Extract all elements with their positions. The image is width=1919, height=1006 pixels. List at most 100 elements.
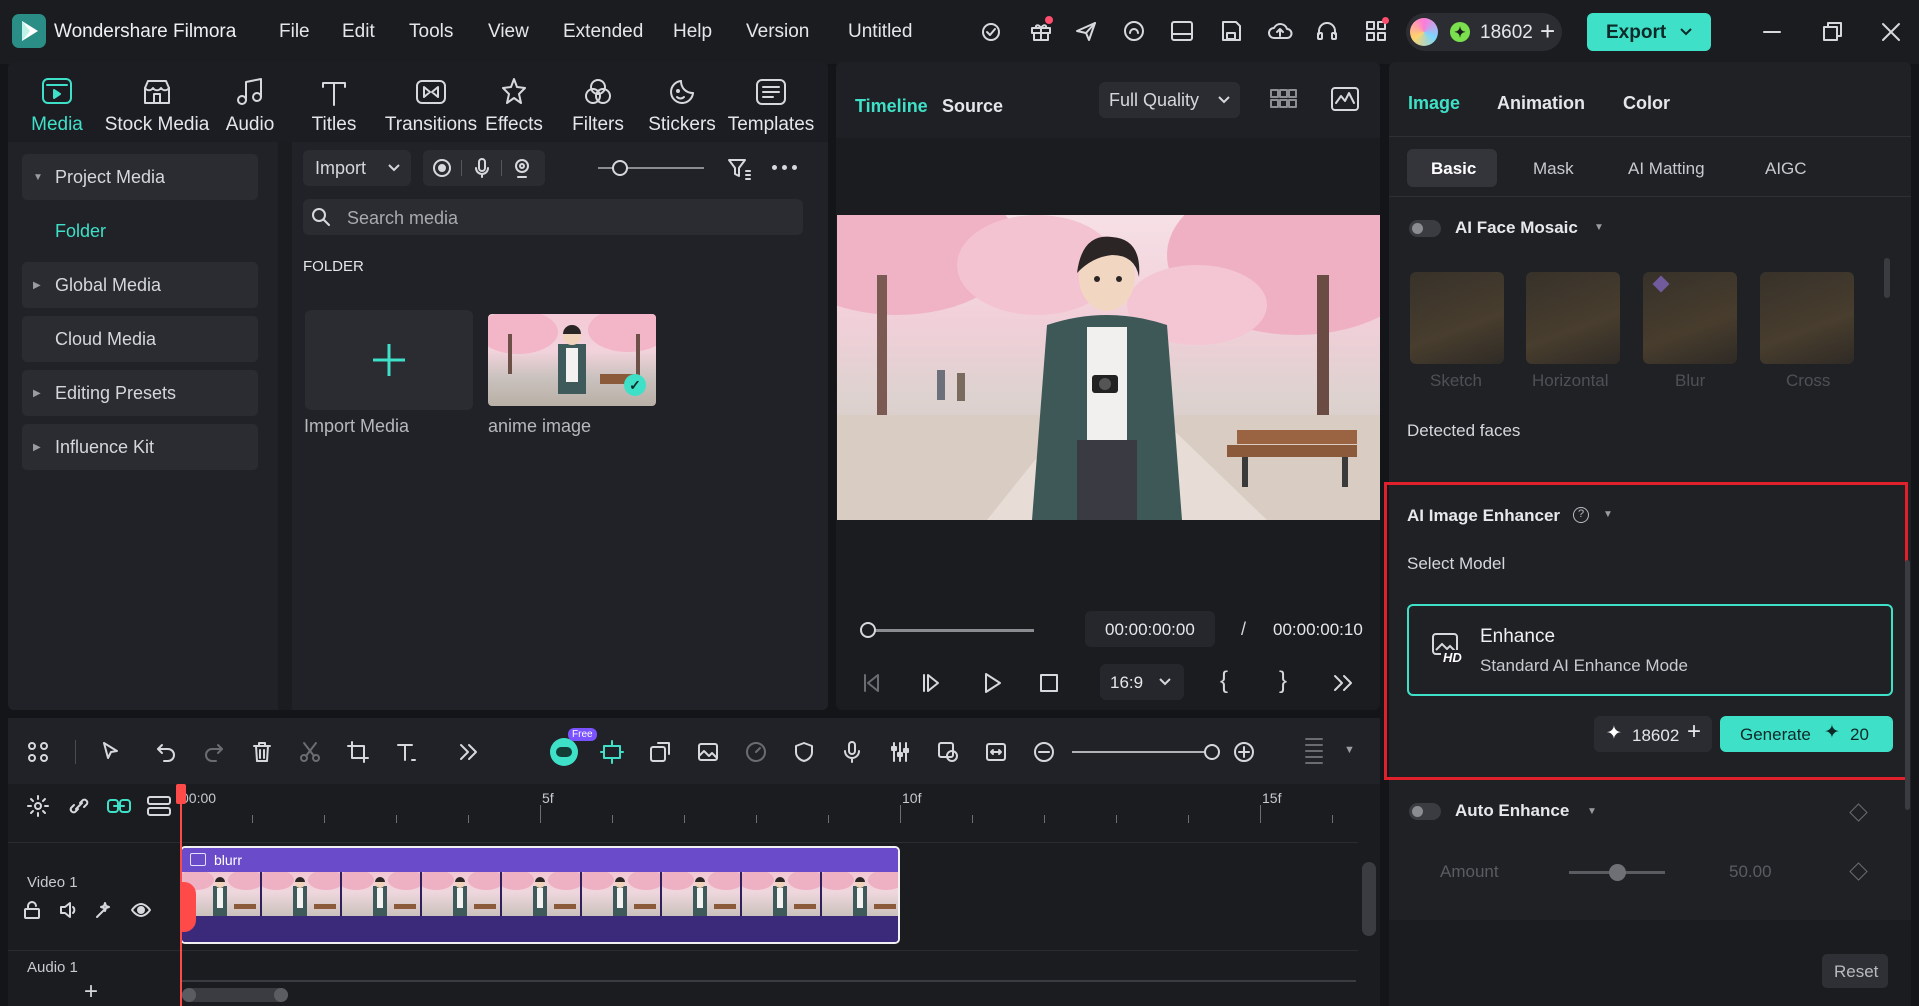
horizontal-scrollbar[interactable] [182, 988, 288, 1002]
crop-icon[interactable] [342, 736, 374, 768]
cloud-upload-icon[interactable] [1267, 19, 1293, 43]
tab-source[interactable]: Source [942, 96, 1003, 117]
cloud-sync-icon[interactable] [1122, 19, 1146, 43]
lock-icon[interactable] [22, 900, 42, 920]
close-icon[interactable] [1880, 20, 1902, 44]
sidebar-item-editing-presets[interactable]: ▶ Editing Presets [22, 370, 258, 416]
scope-icon[interactable] [1330, 86, 1360, 112]
track-manager-icon[interactable] [146, 794, 172, 818]
add-track-icon[interactable]: + [84, 978, 98, 1006]
layout-grid-icon[interactable] [22, 736, 54, 768]
send-icon[interactable] [1074, 19, 1098, 43]
prev-frame-icon[interactable] [860, 671, 884, 695]
grid-view-icon[interactable] [1269, 87, 1299, 111]
mosaic-option-sketch[interactable] [1410, 272, 1504, 364]
slider-handle[interactable] [612, 160, 628, 176]
import-button[interactable]: Import [303, 150, 411, 186]
speed-icon[interactable] [740, 736, 772, 768]
tab-stickers[interactable]: Stickers [648, 68, 716, 136]
audio-mixer-icon[interactable] [884, 736, 916, 768]
zoom-handle[interactable] [1204, 744, 1220, 760]
apps-grid-icon[interactable] [1364, 17, 1389, 43]
scene-detect-icon[interactable] [932, 736, 964, 768]
tab-stock-media[interactable]: Stock Media [102, 68, 212, 136]
add-credits-icon[interactable]: + [1687, 718, 1701, 746]
enhancer-credits[interactable]: ✦ 18602 + [1594, 716, 1712, 752]
ai-mate-icon[interactable]: Free [548, 728, 597, 768]
credits-badge[interactable]: ✦ 18602 + [1406, 13, 1562, 51]
menu-edit[interactable]: Edit [342, 21, 375, 43]
mosaic-option-cross[interactable] [1760, 272, 1854, 364]
vertical-scrollbar[interactable] [1362, 862, 1376, 936]
subtab-aigc[interactable]: AIGC [1765, 159, 1807, 179]
quality-select[interactable]: Full Quality [1099, 82, 1240, 118]
stop-icon[interactable] [1037, 671, 1061, 695]
track-effect-icon[interactable] [94, 900, 114, 920]
microphone-icon[interactable] [471, 157, 493, 179]
help-icon[interactable]: ? [1573, 507, 1589, 523]
zoom-out-icon[interactable] [1028, 736, 1060, 768]
playhead-handle[interactable] [860, 622, 876, 638]
export-button[interactable]: Export [1587, 13, 1711, 51]
subtab-ai-matting[interactable]: AI Matting [1628, 159, 1705, 179]
import-media-tile[interactable] [305, 310, 473, 410]
tab-animation[interactable]: Animation [1497, 93, 1585, 114]
menu-help[interactable]: Help [673, 21, 712, 43]
replace-icon[interactable] [644, 736, 676, 768]
mark-out-icon[interactable]: } [1279, 667, 1287, 695]
menu-extended[interactable]: Extended [563, 21, 643, 43]
image-edit-icon[interactable] [692, 736, 724, 768]
subtab-basic[interactable]: Basic [1407, 149, 1497, 187]
model-card-enhance[interactable]: HD Enhance Standard AI Enhance Mode [1407, 604, 1893, 696]
properties-scrollbar[interactable] [1905, 560, 1910, 810]
playhead-marker[interactable] [176, 784, 186, 804]
record-icon[interactable] [431, 157, 453, 179]
sidebar-item-cloud-media[interactable]: Cloud Media [22, 316, 258, 362]
cut-icon[interactable] [294, 736, 326, 768]
tab-transitions[interactable]: Transitions [378, 68, 484, 136]
minimize-icon[interactable] [1762, 20, 1782, 44]
zoom-in-icon[interactable] [1228, 736, 1260, 768]
more-controls-icon[interactable] [1331, 671, 1355, 695]
save-icon[interactable] [1219, 19, 1243, 43]
layout-icon[interactable] [1170, 20, 1194, 42]
speaker-icon[interactable] [58, 900, 78, 920]
voiceover-icon[interactable] [511, 157, 533, 179]
amount-value[interactable]: 50.00 [1729, 862, 1772, 882]
tab-templates[interactable]: Templates [726, 68, 816, 136]
play-icon[interactable] [980, 671, 1004, 695]
layout-dropdown-icon[interactable]: ▼ [1344, 744, 1355, 756]
headset-icon[interactable] [1315, 19, 1339, 43]
redo-icon[interactable] [198, 736, 230, 768]
amount-slider-handle[interactable] [1609, 864, 1626, 881]
more-options-icon[interactable] [772, 165, 798, 171]
more-tools-icon[interactable] [452, 736, 484, 768]
eye-icon[interactable] [130, 900, 152, 920]
mosaic-scrollbar[interactable] [1884, 258, 1890, 298]
menu-tools[interactable]: Tools [409, 21, 453, 43]
current-time[interactable]: 00:00:00:00 [1085, 611, 1215, 647]
aspect-ratio-select[interactable]: 16:9 [1100, 664, 1184, 700]
preview-canvas[interactable] [837, 215, 1380, 520]
sidebar-item-global-media[interactable]: ▶ Global Media [22, 262, 258, 308]
undo-icon[interactable] [150, 736, 182, 768]
clip-trim-handle[interactable] [180, 882, 196, 932]
mosaic-option-blur[interactable] [1643, 272, 1737, 364]
restore-icon[interactable] [1822, 20, 1844, 44]
tab-filters[interactable]: Filters [570, 68, 626, 136]
mark-in-icon[interactable]: { [1220, 667, 1228, 695]
mosaic-option-horizontal[interactable] [1526, 272, 1620, 364]
menu-view[interactable]: View [488, 21, 529, 43]
menu-version[interactable]: Version [746, 21, 809, 43]
zoom-slider[interactable] [1072, 744, 1220, 760]
step-forward-icon[interactable] [920, 671, 944, 695]
playback-progress[interactable] [860, 622, 1034, 638]
gift-icon[interactable] [1029, 16, 1053, 43]
media-thumbnail-anime-image[interactable]: ✓ [488, 314, 656, 406]
subtab-mask[interactable]: Mask [1533, 159, 1574, 179]
auto-enhance-toggle[interactable] [1409, 803, 1441, 820]
filter-icon[interactable] [726, 156, 752, 182]
check-circle-icon[interactable] [980, 21, 1002, 43]
tab-titles[interactable]: Titles [306, 68, 362, 136]
tab-color[interactable]: Color [1623, 93, 1670, 114]
